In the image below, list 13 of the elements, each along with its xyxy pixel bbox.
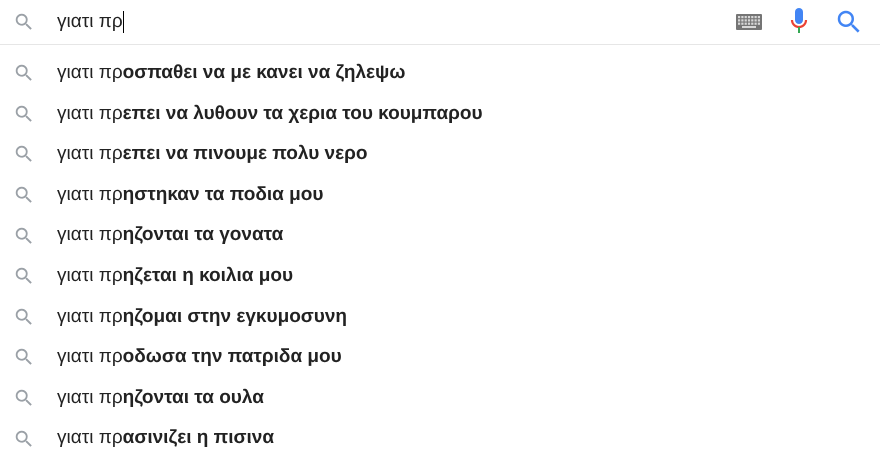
suggestion-item[interactable]: γιατι προσπαθει να με κανει να ζηλεψω bbox=[57, 59, 406, 88]
suggestion-item[interactable]: γιατι πρεπει να πινουμε πολυ νερο bbox=[57, 140, 368, 169]
suggestion-item[interactable]: γιατι πρηστηκαν τα ποδια μου bbox=[57, 180, 324, 210]
microphone-icon[interactable] bbox=[790, 8, 808, 36]
suggestion-item[interactable]: γιατι πρασινιζει η πισινα bbox=[57, 424, 274, 453]
suggestion-item[interactable]: γιατι πρεπει να λυθουν τα χερια του κουμπαρου bbox=[57, 100, 483, 128]
search-field[interactable]: γιατι πρ bbox=[57, 8, 736, 36]
suggestion-item[interactable]: γιατι πρηζονται τα ουλα bbox=[57, 384, 264, 412]
suggestion-item[interactable]: γιατι προδωσα την πατριδα μου bbox=[57, 343, 342, 372]
suggestion-item[interactable]: γιατι πρηζονται τα γονατα bbox=[57, 221, 284, 250]
suggestion-item[interactable]: γιατι πρηζεται η κοιλια μου bbox=[57, 262, 294, 291]
suggestion-item[interactable]: γιατι πρηζομαι στην εγκυμοσυνη bbox=[57, 302, 348, 332]
keyboard-icon[interactable] bbox=[736, 14, 762, 30]
